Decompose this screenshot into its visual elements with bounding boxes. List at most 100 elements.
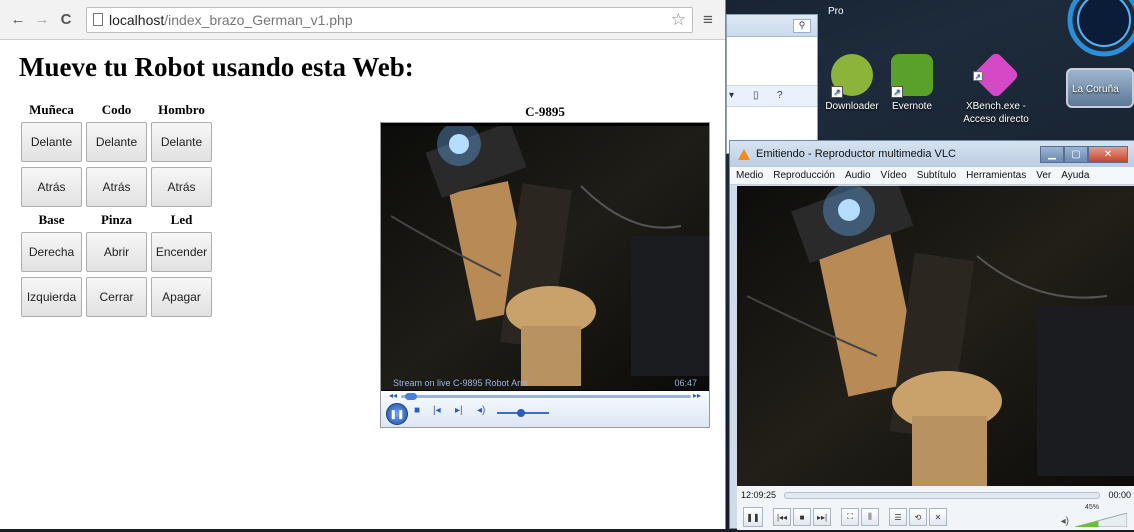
menu-item-ayuda[interactable]: Ayuda [1061,170,1089,181]
chevron-down-icon[interactable]: ▾ [729,90,734,101]
arm-controls-group-1: Muñeca Codo Hombro Delante Delante Delan… [19,102,214,212]
menu-item-reproduccion[interactable]: Reproducción [773,170,835,181]
speaker-icon[interactable]: ◂) [1061,516,1069,527]
page-content: Mueve tu Robot usando esta Web: Muñeca C… [0,40,725,529]
volume-knob[interactable] [517,409,525,417]
extended-settings-icon[interactable]: ⫼ [861,508,879,526]
seek-knob[interactable] [405,393,417,400]
browser-window: ← → C localhost/index_brazo_German_v1.ph… [0,0,726,529]
speaker-icon[interactable]: ◂) [477,405,485,416]
vlc-video-frame[interactable] [737,186,1134,486]
vlc-volume-control[interactable]: ◂) 45% [1061,504,1128,528]
desktop-icon-evernote[interactable]: ↗ Evernote [872,54,952,113]
robot-arm-video-frame[interactable] [381,126,709,390]
stop-icon[interactable]: ■ [414,405,420,416]
led-apagar-button[interactable]: Apagar [151,277,212,317]
column-header-led: Led [170,212,193,227]
muneca-delante-button[interactable]: Delante [21,122,82,162]
reload-icon[interactable]: C [56,10,76,30]
player-seek-bar[interactable] [401,393,691,400]
player-volume-slider[interactable] [497,409,549,417]
next-icon[interactable]: ▸| [455,405,463,416]
player-controls: ◂◂ ▸▸ ❚❚ ■ |◂ ▸| ◂) [381,391,709,427]
preview-pane-icon[interactable]: ▯ [753,90,759,101]
search-icon[interactable]: ⚲ [793,19,811,33]
menu-item-audio[interactable]: Audio [845,170,871,181]
menu-icon[interactable]: ≡ [699,10,717,30]
page-title: Mueve tu Robot usando esta Web: [19,52,414,82]
stop-icon[interactable]: ■ [793,508,811,526]
menu-item-medio[interactable]: Medio [736,170,763,181]
vlc-cone-icon [738,148,750,160]
minimize-icon[interactable]: ▁ [1040,145,1064,163]
vlc-elapsed-time: 12:09:25 [741,490,777,500]
codo-delante-button[interactable]: Delante [86,122,147,162]
forward-arrow-icon[interactable]: → [32,10,52,30]
player-caption-bar: Stream on live C-9895 Robot Arm 06:47 [381,378,709,391]
desktop-icon-label: Evernote [891,101,933,112]
embedded-video-player[interactable]: Stream on live C-9895 Robot Arm 06:47 ◂◂… [380,122,710,428]
vlc-controls: ❚❚ |◂◂ ■ ▸▸| ⛶ ⫼ ☰ ⟲ ✕ ◂) 45% [737,504,1134,530]
player-caption: Stream on live C-9895 Robot Arm [393,378,528,388]
desktop-icon-xbench[interactable]: ↗ XBench.exe - Acceso directo [956,51,1036,126]
shuffle-icon[interactable]: ✕ [929,508,947,526]
desktop-icon-label: La Coruña [1072,84,1119,95]
fast-forward-icon[interactable]: ▸▸ [693,391,701,400]
column-header-hombro: Hombro [158,102,205,117]
next-icon[interactable]: ▸▸| [813,508,831,526]
base-izquierda-button[interactable]: Izquierda [21,277,82,317]
menu-item-herramientas[interactable]: Herramientas [966,170,1026,181]
previous-icon[interactable]: |◂ [433,405,441,416]
arm-controls-group-2: Base Pinza Led Derecha Abrir Encender Iz… [19,212,214,322]
maximize-icon[interactable]: ▢ [1064,145,1088,163]
background-window: ⚲ ▾ ▯ ? [726,14,818,154]
vlc-window: Emitiendo - Reproductor multimedia VLC ▁… [729,140,1134,530]
column-header-pinza: Pinza [100,212,133,227]
browser-toolbar: ← → C localhost/index_brazo_German_v1.ph… [0,0,725,40]
bookmark-star-icon[interactable]: ☆ [671,10,686,30]
vlc-window-title: Emitiendo - Reproductor multimedia VLC [756,148,956,160]
column-header-muneca: Muñeca [29,102,74,117]
fullscreen-icon[interactable]: ⛶ [841,508,859,526]
pause-icon[interactable]: ❚❚ [743,507,763,527]
previous-icon[interactable]: |◂◂ [773,508,791,526]
column-header-codo: Codo [101,102,132,117]
pinza-cerrar-button[interactable]: Cerrar [86,277,147,317]
column-header-base: Base [38,212,65,227]
url-host: localhost [109,11,165,28]
led-encender-button[interactable]: Encender [151,232,212,272]
playlist-icon[interactable]: ☰ [889,508,907,526]
rewind-icon[interactable]: ◂◂ [389,391,397,400]
page-icon [93,13,103,26]
back-arrow-icon[interactable]: ← [8,10,28,30]
hombro-atras-button[interactable]: Atrás [151,167,212,207]
vlc-remaining-time: 00:00 [1108,490,1131,500]
help-icon[interactable]: ? [777,90,783,101]
menu-item-ver[interactable]: Ver [1036,170,1051,181]
loop-icon[interactable]: ⟲ [909,508,927,526]
xbench-icon: ↗ [972,51,1020,99]
muneca-atras-button[interactable]: Atrás [21,167,82,207]
desktop-top-label: Pro [828,6,844,17]
desktop-icon-la-coruna[interactable]: La Coruña [1066,68,1134,108]
base-derecha-button[interactable]: Derecha [21,232,82,272]
desktop-icon-label: XBench.exe - Acceso directo [963,101,1029,125]
menu-item-video[interactable]: Vídeo [881,170,907,181]
address-bar[interactable]: localhost/index_brazo_German_v1.php ☆ [86,6,693,33]
url-path: /index_brazo_German_v1.php [164,11,353,28]
pinza-abrir-button[interactable]: Abrir [86,232,147,272]
player-title: C-9895 [525,104,565,119]
codo-atras-button[interactable]: Atrás [86,167,147,207]
evernote-icon: ↗ [891,54,933,98]
hombro-delante-button[interactable]: Delante [151,122,212,162]
menu-item-subtitulo[interactable]: Subtítulo [917,170,956,181]
vlc-volume-label: 45% [1085,504,1100,511]
vlc-seek-area: 12:09:25 00:00 [737,486,1134,504]
downloader-icon: ↗ [831,54,873,98]
vlc-menu-bar: Medio Reproducción Audio Vídeo Subtítulo… [730,167,1134,185]
vlc-title-bar: Emitiendo - Reproductor multimedia VLC ▁… [730,141,1134,167]
vlc-seek-bar[interactable] [784,491,1101,499]
close-icon[interactable]: ✕ [1088,145,1128,163]
pause-icon[interactable]: ❚❚ [386,403,408,425]
player-time: 06:47 [674,378,697,388]
